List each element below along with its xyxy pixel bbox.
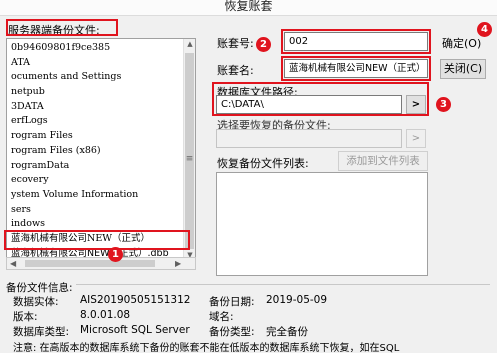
annotation-box-selected-file: [4, 230, 190, 250]
backup-date-label: 备份日期:: [209, 296, 255, 308]
account-name-label: 账套名:: [217, 64, 254, 77]
annotation-box-db-path: [212, 82, 429, 116]
hscroll-thumb[interactable]: [25, 260, 155, 267]
annotation-badge-3: 3: [436, 97, 451, 112]
server-file-item[interactable]: ystem Volume Information: [7, 188, 185, 203]
backup-type-value: 完全备份: [266, 326, 308, 338]
annotation-badge-1: 1: [108, 247, 123, 262]
add-to-list-button[interactable]: 添加到文件列表: [338, 151, 428, 171]
backup-date-value: 2019-05-09: [266, 294, 328, 306]
backup-type-label: 备份类型:: [209, 326, 255, 338]
entity-label: 数据实体:: [13, 296, 59, 308]
ok-button[interactable]: 确定(O): [442, 35, 481, 51]
version-label: 版本:: [13, 311, 38, 323]
info-group-divider: [6, 284, 490, 285]
server-file-item[interactable]: 3DATA: [7, 100, 185, 115]
restore-list-label: 恢复备份文件列表:: [217, 157, 309, 170]
db-type-value: Microsoft SQL Server: [80, 324, 190, 336]
scroll-thumb[interactable]: [185, 53, 194, 249]
annotation-box-server-label: [6, 19, 118, 36]
server-file-item[interactable]: erfLogs: [7, 114, 185, 129]
scroll-up-icon[interactable]: ▲: [184, 40, 195, 48]
domain-label: 域名:: [209, 311, 234, 323]
scroll-grip-icon: ≡: [185, 154, 194, 164]
entity-value: AIS20190505151312: [80, 294, 191, 306]
server-file-item[interactable]: rogram Files: [7, 129, 185, 144]
close-button[interactable]: 关闭(C): [440, 59, 486, 79]
server-file-item[interactable]: netpub: [7, 85, 185, 100]
server-file-item[interactable]: ecovery: [7, 173, 185, 188]
annotation-badge-2: 2: [256, 37, 271, 52]
annotation-box-account-name: [281, 56, 431, 81]
window-title: 恢复账套: [0, 0, 497, 16]
info-title: 备份文件信息:: [6, 280, 76, 295]
server-file-item[interactable]: ATA: [7, 56, 185, 71]
backup-select-input[interactable]: [216, 129, 402, 148]
server-file-item[interactable]: ocuments and Settings: [7, 70, 185, 85]
list-horizontal-scrollbar[interactable]: ◀ ▶: [6, 257, 196, 270]
annotation-box-account-no: [281, 29, 431, 54]
server-file-item[interactable]: 0b94609801f9ce385: [7, 41, 185, 56]
server-files-items: 0b94609801f9ce385 ATA ocuments and Setting…: [7, 41, 185, 261]
backup-browse-button[interactable]: >: [406, 129, 426, 148]
scroll-left-icon[interactable]: ◀: [10, 258, 16, 269]
server-file-item[interactable]: sers: [7, 203, 185, 218]
server-file-item[interactable]: rogram Files (x86): [7, 144, 185, 159]
account-no-label: 账套号:: [217, 37, 254, 50]
restore-file-list[interactable]: [216, 172, 428, 276]
db-type-label: 数据库类型:: [13, 326, 70, 338]
server-file-item[interactable]: rogramData: [7, 159, 185, 174]
scroll-right-icon[interactable]: ▶: [175, 258, 181, 269]
note-text: 注意: 在高版本的数据库系统下备份的账套不能在低版本的数据库系统下恢复，如在SQ…: [13, 343, 400, 353]
annotation-badge-4: 4: [477, 22, 492, 37]
version-value: 8.0.01.08: [80, 309, 131, 321]
